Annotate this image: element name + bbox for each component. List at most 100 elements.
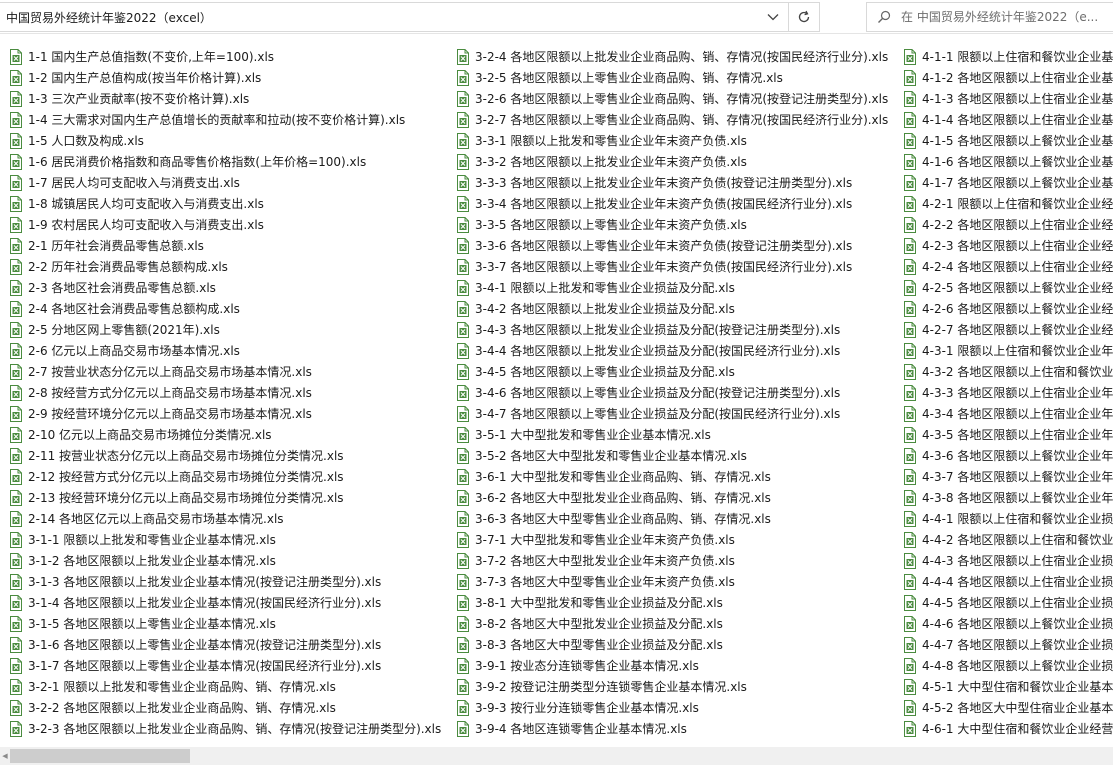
file-item[interactable]: 4-2-1 限额以上住宿和餐饮业企业经 (902, 193, 1113, 214)
file-item[interactable]: 4-1-7 各地区限额以上餐饮业企业基 (902, 172, 1113, 193)
file-item[interactable]: 4-1-5 各地区限额以上餐饮业企业基 (902, 130, 1113, 151)
refresh-icon[interactable] (789, 3, 819, 31)
file-item[interactable]: 4-3-4 各地区限额以上住宿业企业年 (902, 403, 1113, 424)
file-item[interactable]: 3-6-1 大中型批发和零售业企业商品购、销、存情况.xls (455, 466, 900, 487)
file-item[interactable]: 3-2-3 各地区限额以上批发业企业商品购、销、存情况(按登记注册类型分).xl… (8, 718, 453, 739)
file-item[interactable]: 1-6 居民消费价格指数和商品零售价格指数(上年价格=100).xls (8, 151, 453, 172)
file-item[interactable]: 2-10 亿元以上商品交易市场摊位分类情况.xls (8, 424, 453, 445)
file-item[interactable]: 2-9 按经营环境分亿元以上商品交易市场基本情况.xls (8, 403, 453, 424)
file-item[interactable]: 2-7 按营业状态分亿元以上商品交易市场基本情况.xls (8, 361, 453, 382)
file-item[interactable]: 3-1-2 各地区限额以上批发业企业基本情况.xls (8, 550, 453, 571)
file-item[interactable]: 3-2-1 限额以上批发和零售业企业商品购、销、存情况.xls (8, 676, 453, 697)
file-item[interactable]: 4-3-3 各地区限额以上住宿业企业年 (902, 382, 1113, 403)
file-item[interactable]: 2-3 各地区社会消费品零售总额.xls (8, 277, 453, 298)
file-item[interactable]: 3-5-1 大中型批发和零售业企业基本情况.xls (455, 424, 900, 445)
file-item[interactable]: 3-3-2 各地区限额以上批发业企业年末资产负债.xls (455, 151, 900, 172)
file-item[interactable]: 4-5-2 各地区大中型住宿业企业基本 (902, 697, 1113, 718)
file-item[interactable]: 4-4-1 限额以上住宿和餐饮业企业损 (902, 508, 1113, 529)
file-item[interactable]: 3-9-2 按登记注册类型分连锁零售企业基本情况.xls (455, 676, 900, 697)
file-item[interactable]: 3-3-6 各地区限额以上零售业企业年末资产负债(按登记注册类型分).xls (455, 235, 900, 256)
file-item[interactable]: 4-4-7 各地区限额以上餐饮业企业损 (902, 634, 1113, 655)
file-item[interactable]: 2-8 按经营方式分亿元以上商品交易市场基本情况.xls (8, 382, 453, 403)
file-item[interactable]: 3-4-1 限额以上批发和零售业企业损益及分配.xls (455, 277, 900, 298)
file-item[interactable]: 4-2-7 各地区限额以上餐饮业企业经 (902, 319, 1113, 340)
file-item[interactable]: 1-8 城镇居民人均可支配收入与消费支出.xls (8, 193, 453, 214)
file-item[interactable]: 4-4-6 各地区限额以上餐饮业企业损 (902, 613, 1113, 634)
file-item[interactable]: 2-11 按营业状态分亿元以上商品交易市场摊位分类情况.xls (8, 445, 453, 466)
file-item[interactable]: 3-4-6 各地区限额以上零售业企业损益及分配(按登记注册类型分).xls (455, 382, 900, 403)
file-item[interactable]: 2-4 各地区社会消费品零售总额构成.xls (8, 298, 453, 319)
file-item[interactable]: 2-2 历年社会消费品零售总额构成.xls (8, 256, 453, 277)
file-item[interactable]: 2-6 亿元以上商品交易市场基本情况.xls (8, 340, 453, 361)
file-item[interactable]: 4-2-2 各地区限额以上住宿业企业经 (902, 214, 1113, 235)
address-bar[interactable]: 中国贸易外经统计年鉴2022（excel） (0, 2, 820, 32)
file-item[interactable]: 3-1-3 各地区限额以上批发业企业基本情况(按登记注册类型分).xls (8, 571, 453, 592)
file-item[interactable]: 3-5-2 各地区大中型批发和零售业企业基本情况.xls (455, 445, 900, 466)
file-item[interactable]: 3-3-4 各地区限额以上批发业企业年末资产负债(按国民经济行业分).xls (455, 193, 900, 214)
file-item[interactable]: 4-1-6 各地区限额以上餐饮业企业基 (902, 151, 1113, 172)
file-item[interactable]: 4-3-1 限额以上住宿和餐饮业企业年 (902, 340, 1113, 361)
file-item[interactable]: 1-1 国内生产总值指数(不变价,上年=100).xls (8, 46, 453, 67)
file-item[interactable]: 3-8-1 大中型批发和零售业企业损益及分配.xls (455, 592, 900, 613)
file-item[interactable]: 3-3-5 各地区限额以上零售业企业年末资产负债.xls (455, 214, 900, 235)
file-item[interactable]: 1-5 人口数及构成.xls (8, 130, 453, 151)
file-item[interactable]: 3-9-1 按业态分连锁零售企业基本情况.xls (455, 655, 900, 676)
file-item[interactable]: 3-3-3 各地区限额以上批发业企业年末资产负债(按登记注册类型分).xls (455, 172, 900, 193)
file-item[interactable]: 4-1-4 各地区限额以上住宿业企业基 (902, 109, 1113, 130)
file-item[interactable]: 4-3-8 各地区限额以上餐饮业企业年 (902, 487, 1113, 508)
scroll-left-arrow-icon[interactable]: ◀ (0, 747, 10, 765)
file-item[interactable]: 1-7 居民人均可支配收入与消费支出.xls (8, 172, 453, 193)
file-item[interactable]: 4-6-1 大中型住宿和餐饮业企业经营 (902, 718, 1113, 739)
file-item[interactable]: 3-4-4 各地区限额以上批发业企业损益及分配(按国民经济行业分).xls (455, 340, 900, 361)
file-item[interactable]: 3-3-7 各地区限额以上零售业企业年末资产负债(按国民经济行业分).xls (455, 256, 900, 277)
file-item[interactable]: 3-9-3 按行业分连锁零售企业基本情况.xls (455, 697, 900, 718)
file-item[interactable]: 4-3-2 各地区限额以上住宿和餐饮业 (902, 361, 1113, 382)
file-item[interactable]: 2-12 按经营方式分亿元以上商品交易市场摊位分类情况.xls (8, 466, 453, 487)
file-item[interactable]: 4-5-1 大中型住宿和餐饮业企业基本 (902, 676, 1113, 697)
search-input[interactable] (901, 10, 1106, 24)
file-item[interactable]: 3-6-2 各地区大中型批发业企业商品购、销、存情况.xls (455, 487, 900, 508)
file-item[interactable]: 3-1-4 各地区限额以上批发业企业基本情况(按国民经济行业分).xls (8, 592, 453, 613)
file-item[interactable]: 3-8-2 各地区大中型批发业企业损益及分配.xls (455, 613, 900, 634)
file-item[interactable]: 3-7-1 大中型批发和零售业企业年末资产负债.xls (455, 529, 900, 550)
file-item[interactable]: 3-4-3 各地区限额以上批发业企业损益及分配(按登记注册类型分).xls (455, 319, 900, 340)
file-item[interactable]: 4-2-4 各地区限额以上住宿业企业经 (902, 256, 1113, 277)
file-item[interactable]: 4-2-6 各地区限额以上餐饮业企业经 (902, 298, 1113, 319)
file-item[interactable]: 3-1-5 各地区限额以上零售业企业基本情况.xls (8, 613, 453, 634)
chevron-down-icon[interactable] (758, 3, 788, 31)
file-item[interactable]: 3-3-1 限额以上批发和零售业企业年末资产负债.xls (455, 130, 900, 151)
file-item[interactable]: 2-13 按经营环境分亿元以上商品交易市场摊位分类情况.xls (8, 487, 453, 508)
file-item[interactable]: 3-2-2 各地区限额以上批发业企业商品购、销、存情况.xls (8, 697, 453, 718)
file-item[interactable]: 3-2-6 各地区限额以上零售业企业商品购、销、存情况(按登记注册类型分).xl… (455, 88, 900, 109)
file-item[interactable]: 2-5 分地区网上零售额(2021年).xls (8, 319, 453, 340)
file-item[interactable]: 4-1-1 限额以上住宿和餐饮业企业基 (902, 46, 1113, 67)
file-item[interactable]: 4-4-2 各地区限额以上住宿和餐饮业 (902, 529, 1113, 550)
file-item[interactable]: 3-8-3 各地区大中型零售业企业损益及分配.xls (455, 634, 900, 655)
file-item[interactable]: 4-1-3 各地区限额以上住宿业企业基 (902, 88, 1113, 109)
file-item[interactable]: 4-4-3 各地区限额以上住宿业企业损 (902, 550, 1113, 571)
file-item[interactable]: 3-4-5 各地区限额以上零售业企业损益及分配.xls (455, 361, 900, 382)
file-item[interactable]: 3-2-4 各地区限额以上批发业企业商品购、销、存情况(按国民经济行业分).xl… (455, 46, 900, 67)
file-item[interactable]: 3-1-6 各地区限额以上零售业企业基本情况(按登记注册类型分).xls (8, 634, 453, 655)
file-item[interactable]: 4-1-2 各地区限额以上住宿业企业基 (902, 67, 1113, 88)
horizontal-scrollbar[interactable]: ◀ (0, 747, 1113, 765)
file-item[interactable]: 1-2 国内生产总值构成(按当年价格计算).xls (8, 67, 453, 88)
file-item[interactable]: 2-1 历年社会消费品零售总额.xls (8, 235, 453, 256)
file-item[interactable]: 4-3-6 各地区限额以上餐饮业企业年 (902, 445, 1113, 466)
file-item[interactable]: 2-14 各地区亿元以上商品交易市场基本情况.xls (8, 508, 453, 529)
search-box[interactable] (866, 2, 1113, 32)
file-item[interactable]: 1-3 三次产业贡献率(按不变价格计算).xls (8, 88, 453, 109)
scrollbar-thumb[interactable] (10, 749, 190, 763)
file-item[interactable]: 4-3-7 各地区限额以上餐饮业企业年 (902, 466, 1113, 487)
file-item[interactable]: 3-6-3 各地区大中型零售业企业商品购、销、存情况.xls (455, 508, 900, 529)
file-item[interactable]: 3-7-3 各地区大中型零售业企业年末资产负债.xls (455, 571, 900, 592)
file-item[interactable]: 4-2-3 各地区限额以上住宿业企业经 (902, 235, 1113, 256)
file-item[interactable]: 4-3-5 各地区限额以上住宿业企业年 (902, 424, 1113, 445)
file-item[interactable]: 1-4 三大需求对国内生产总值增长的贡献率和拉动(按不变价格计算).xls (8, 109, 453, 130)
file-item[interactable]: 3-1-1 限额以上批发和零售业企业基本情况.xls (8, 529, 453, 550)
file-item[interactable]: 3-1-7 各地区限额以上零售业企业基本情况(按国民经济行业分).xls (8, 655, 453, 676)
file-item[interactable]: 3-2-7 各地区限额以上零售业企业商品购、销、存情况(按国民经济行业分).xl… (455, 109, 900, 130)
file-item[interactable]: 4-2-5 各地区限额以上餐饮业企业经 (902, 277, 1113, 298)
file-item[interactable]: 3-4-7 各地区限额以上零售业企业损益及分配(按国民经济行业分).xls (455, 403, 900, 424)
file-item[interactable]: 4-4-4 各地区限额以上住宿业企业损 (902, 571, 1113, 592)
